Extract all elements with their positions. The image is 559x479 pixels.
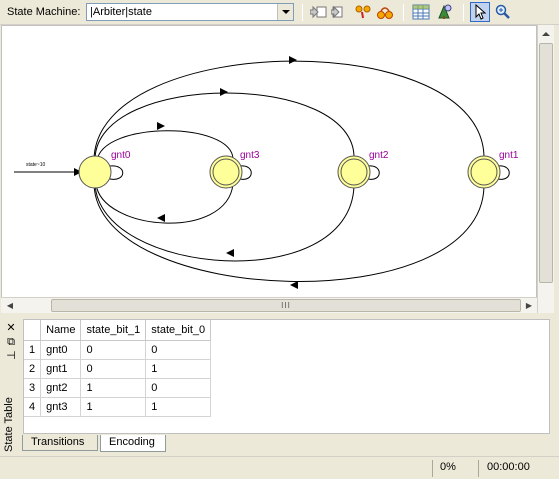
progress-percent: 0% xyxy=(440,461,456,473)
forward-icon xyxy=(331,5,343,19)
transition-gnt1-gnt0-bottom[interactable] xyxy=(93,183,485,282)
pin-icon[interactable]: ⊣ xyxy=(5,350,17,362)
encoding-table: Name state_bit_1 state_bit_0 1 gnt0 0 0 … xyxy=(24,320,212,417)
cell-name[interactable]: gnt3 xyxy=(40,397,82,417)
table-button[interactable] xyxy=(411,2,431,22)
state-gnt0[interactable]: gnt0 xyxy=(78,150,131,189)
table-row[interactable]: 4 gnt3 1 1 xyxy=(24,397,212,417)
state-machine-viewer-window: State Machine: |Arbiter|state state~10 g… xyxy=(0,0,559,479)
transition-gnt2-gnt0-bottom[interactable] xyxy=(94,183,355,262)
find-icon xyxy=(355,5,371,19)
vertical-scrollbar[interactable] xyxy=(537,25,554,313)
scroll-right-icon[interactable]: ▶ xyxy=(523,299,535,312)
state-gnt3[interactable]: gnt3 xyxy=(209,150,260,189)
state-machine-select[interactable]: |Arbiter|state xyxy=(86,3,294,21)
tree-button[interactable] xyxy=(434,2,454,22)
status-separator xyxy=(432,460,433,477)
scroll-grip: III xyxy=(281,301,291,310)
toolbar-separator xyxy=(403,4,404,21)
status-bar: 0% 00:00:00 xyxy=(0,456,559,479)
cell-state-bit-0[interactable]: 1 xyxy=(145,359,212,379)
state-machine-label: State Machine: xyxy=(7,6,81,18)
arrowhead xyxy=(289,56,297,64)
state-table-panel: ✕ ⧉ ⊣ State Table Name state_bit_1 state… xyxy=(0,316,559,456)
panel-side-strip: ✕ ⧉ ⊣ State Table xyxy=(2,322,20,452)
state-machine-select-value: |Arbiter|state xyxy=(90,6,152,18)
cell-state-bit-1[interactable]: 1 xyxy=(80,397,147,417)
tab-encoding[interactable]: Encoding xyxy=(100,435,166,452)
forward-button[interactable] xyxy=(330,2,350,22)
horizontal-scroll-thumb[interactable]: III xyxy=(51,299,521,312)
zoom-icon xyxy=(495,4,510,19)
scroll-up-icon[interactable] xyxy=(538,25,554,42)
row-number: 1 xyxy=(24,340,42,360)
table-row[interactable]: 2 gnt1 0 1 xyxy=(24,359,212,379)
encoding-table-area: Name state_bit_1 state_bit_0 1 gnt0 0 0 … xyxy=(23,319,550,434)
transition-gnt0-gnt1-top[interactable] xyxy=(93,60,485,160)
table-row[interactable]: 3 gnt2 1 0 xyxy=(24,378,212,398)
cell-name[interactable]: gnt1 xyxy=(40,359,82,379)
state-label: gnt1 xyxy=(499,150,519,161)
row-number: 4 xyxy=(24,397,42,417)
cell-name[interactable]: gnt0 xyxy=(40,340,82,360)
row-number-header xyxy=(24,320,42,341)
back-icon xyxy=(310,5,327,19)
highlight-button[interactable] xyxy=(375,2,395,22)
row-number: 3 xyxy=(24,378,42,398)
vertical-scroll-thumb[interactable] xyxy=(539,43,553,283)
table-header-row: Name state_bit_1 state_bit_0 xyxy=(24,320,212,341)
cell-state-bit-0[interactable]: 0 xyxy=(145,340,212,360)
cell-state-bit-0[interactable]: 1 xyxy=(145,397,212,417)
back-button[interactable] xyxy=(309,2,329,22)
column-header[interactable]: state_bit_0 xyxy=(145,320,212,341)
cell-state-bit-1[interactable]: 0 xyxy=(80,359,147,379)
select-tool-icon xyxy=(475,4,487,20)
arrowhead xyxy=(226,249,234,257)
tab-transitions[interactable]: Transitions xyxy=(22,435,98,451)
column-header[interactable]: Name xyxy=(40,320,82,341)
horizontal-scrollbar[interactable]: ◀ III ▶ xyxy=(1,297,537,313)
cell-state-bit-1[interactable]: 1 xyxy=(80,378,147,398)
highlight-icon xyxy=(377,7,393,19)
table-row[interactable]: 1 gnt0 0 0 xyxy=(24,340,212,360)
elapsed-time: 00:00:00 xyxy=(487,461,530,473)
toolbar-separator xyxy=(463,4,464,21)
state-diagram: state~10 gnt0 gnt3 gnt2 gnt1 xyxy=(14,56,519,289)
float-icon[interactable]: ⧉ xyxy=(5,336,17,348)
state-label: gnt3 xyxy=(240,150,260,161)
zoom-button[interactable] xyxy=(493,2,513,22)
scroll-left-icon[interactable]: ◀ xyxy=(4,299,16,312)
column-header[interactable]: state_bit_1 xyxy=(80,320,147,341)
transition-gnt0-gnt2-top[interactable] xyxy=(94,92,355,160)
self-loop-gnt0[interactable] xyxy=(109,165,124,180)
cell-state-bit-1[interactable]: 0 xyxy=(80,340,147,360)
arrowhead xyxy=(220,88,228,96)
state-diagram-canvas[interactable]: state~10 gnt0 gnt3 gnt2 gnt1 xyxy=(1,25,537,298)
toolbar-separator xyxy=(302,4,303,21)
cell-name[interactable]: gnt2 xyxy=(40,378,82,398)
state-gnt1[interactable]: gnt1 xyxy=(467,150,519,189)
close-icon[interactable]: ✕ xyxy=(5,322,17,334)
state-label: gnt2 xyxy=(369,150,389,161)
arrowhead xyxy=(157,214,165,222)
status-separator xyxy=(478,460,479,477)
state-gnt2[interactable]: gnt2 xyxy=(337,150,389,189)
chevron-down-icon[interactable] xyxy=(277,4,293,20)
arrowhead xyxy=(290,281,298,289)
table-icon xyxy=(412,4,430,20)
row-number: 2 xyxy=(24,359,42,379)
panel-title: State Table xyxy=(3,397,15,452)
find-button[interactable] xyxy=(353,2,373,22)
state-label: gnt0 xyxy=(111,150,131,161)
cell-state-bit-0[interactable]: 0 xyxy=(145,378,212,398)
arrowhead xyxy=(157,122,165,130)
reset-label: state~10 xyxy=(26,162,46,168)
select-tool-button[interactable] xyxy=(470,2,490,22)
toolbar: State Machine: |Arbiter|state xyxy=(0,0,559,25)
tree-icon xyxy=(438,4,452,19)
